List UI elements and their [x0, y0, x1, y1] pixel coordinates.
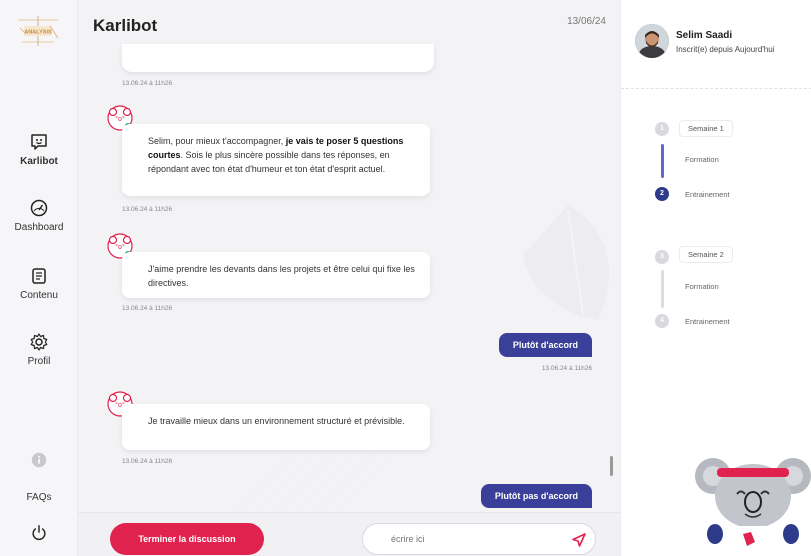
logo-text: ANALYSIS	[24, 30, 52, 36]
step-number-badge: 3	[655, 250, 669, 264]
sidebar-item-contenu[interactable]: Contenu	[0, 266, 78, 301]
message-timestamp: 13.06.24 à 11h26	[122, 458, 173, 465]
gauge-icon	[30, 199, 48, 217]
avatar[interactable]	[635, 24, 669, 58]
sidebar-item-label: Karlibot	[20, 156, 58, 167]
week-label[interactable]: Semaine 1	[679, 120, 733, 137]
step-number-badge: 4	[655, 314, 669, 328]
message-text: Selim, pour mieux t'accompagner,	[148, 136, 286, 146]
chat-panel: Karlibot 13/06/24 13.06.24 à 11h26 °o° S…	[78, 0, 620, 556]
user-message-bubble: Plutôt pas d'accord	[480, 484, 592, 508]
progress-line	[660, 144, 664, 178]
week-label[interactable]: Semaine 2	[679, 246, 733, 263]
sidebar-item-label: Contenu	[20, 290, 58, 301]
leaf-decoration-icon	[523, 205, 610, 320]
sidebar-item-karlibot[interactable]: Karlibot	[0, 132, 78, 167]
chat-input-bar: Terminer la discussion	[78, 512, 620, 556]
koala-mascot-icon	[695, 458, 811, 556]
user-name: Selim Saadi	[676, 30, 733, 41]
message-timestamp: 13.06.24 à 11h26	[541, 365, 592, 372]
user-subtitle: Inscrit(e) depuis Aujourd'hui	[676, 45, 775, 54]
bot-message-bubble: Je travaille mieux dans un environnement…	[122, 404, 430, 450]
step-number-badge: 1	[655, 122, 669, 136]
svg-text:°o°: °o°	[115, 243, 125, 251]
chat-date: 13/06/24	[567, 16, 606, 27]
message-text: . Sois le plus sincère possible dans tes…	[148, 150, 390, 174]
sidebar-item-label: Dashboard	[14, 222, 64, 233]
step-label[interactable]: Entrainement	[685, 190, 730, 199]
stripes-decoration-icon	[228, 440, 409, 520]
sidebar: ANALYSIS Karlibot Dashboard Contenu Prof…	[0, 0, 78, 556]
chat-title: Karlibot	[93, 16, 158, 35]
send-icon[interactable]	[566, 527, 592, 553]
end-discussion-button[interactable]: Terminer la discussion	[110, 523, 264, 555]
bot-message-bubble: Selim, pour mieux t'accompagner, je vais…	[122, 124, 430, 196]
user-message-bubble: Plutôt d'accord	[498, 333, 592, 357]
sidebar-item-label: Profil	[27, 356, 51, 367]
faq-label: FAQs	[26, 492, 52, 503]
logout-button[interactable]	[0, 524, 78, 546]
message-text: J'aime prendre les devants dans les proj…	[148, 264, 415, 288]
divider	[621, 88, 811, 89]
message-timestamp: 13.06.24 à 11h26	[122, 206, 173, 213]
progress-panel: Selim Saadi Inscrit(e) depuis Aujourd'hu…	[620, 0, 811, 556]
app-logo[interactable]: ANALYSIS	[12, 14, 64, 48]
svg-text:°o°: °o°	[115, 115, 125, 123]
gear-icon	[30, 333, 48, 351]
step-label[interactable]: Formation	[685, 282, 719, 291]
bot-message-bubble: J'aime prendre les devants dans les proj…	[122, 252, 430, 298]
chat-bot-icon	[31, 134, 47, 150]
power-icon	[32, 525, 46, 541]
info-button[interactable]	[0, 452, 78, 472]
step-number-badge: 2	[655, 187, 669, 201]
info-icon	[31, 452, 47, 468]
chat-scrollbar[interactable]	[610, 456, 613, 476]
message-timestamp: 13.06.24 à 11h26	[122, 305, 173, 312]
message-timestamp: 13.06.24 à 11h26	[122, 80, 173, 87]
step-label[interactable]: Entrainement	[685, 317, 730, 326]
document-icon	[32, 268, 46, 284]
faq-link[interactable]: FAQs	[0, 492, 78, 503]
sidebar-item-dashboard[interactable]: Dashboard	[0, 198, 78, 233]
progress-line	[660, 270, 664, 308]
bot-message-bubble	[122, 44, 434, 72]
sidebar-item-profil[interactable]: Profil	[0, 332, 78, 367]
message-text: Je travaille mieux dans un environnement…	[148, 416, 405, 426]
step-label[interactable]: Formation	[685, 155, 719, 164]
message-input[interactable]	[362, 523, 596, 555]
